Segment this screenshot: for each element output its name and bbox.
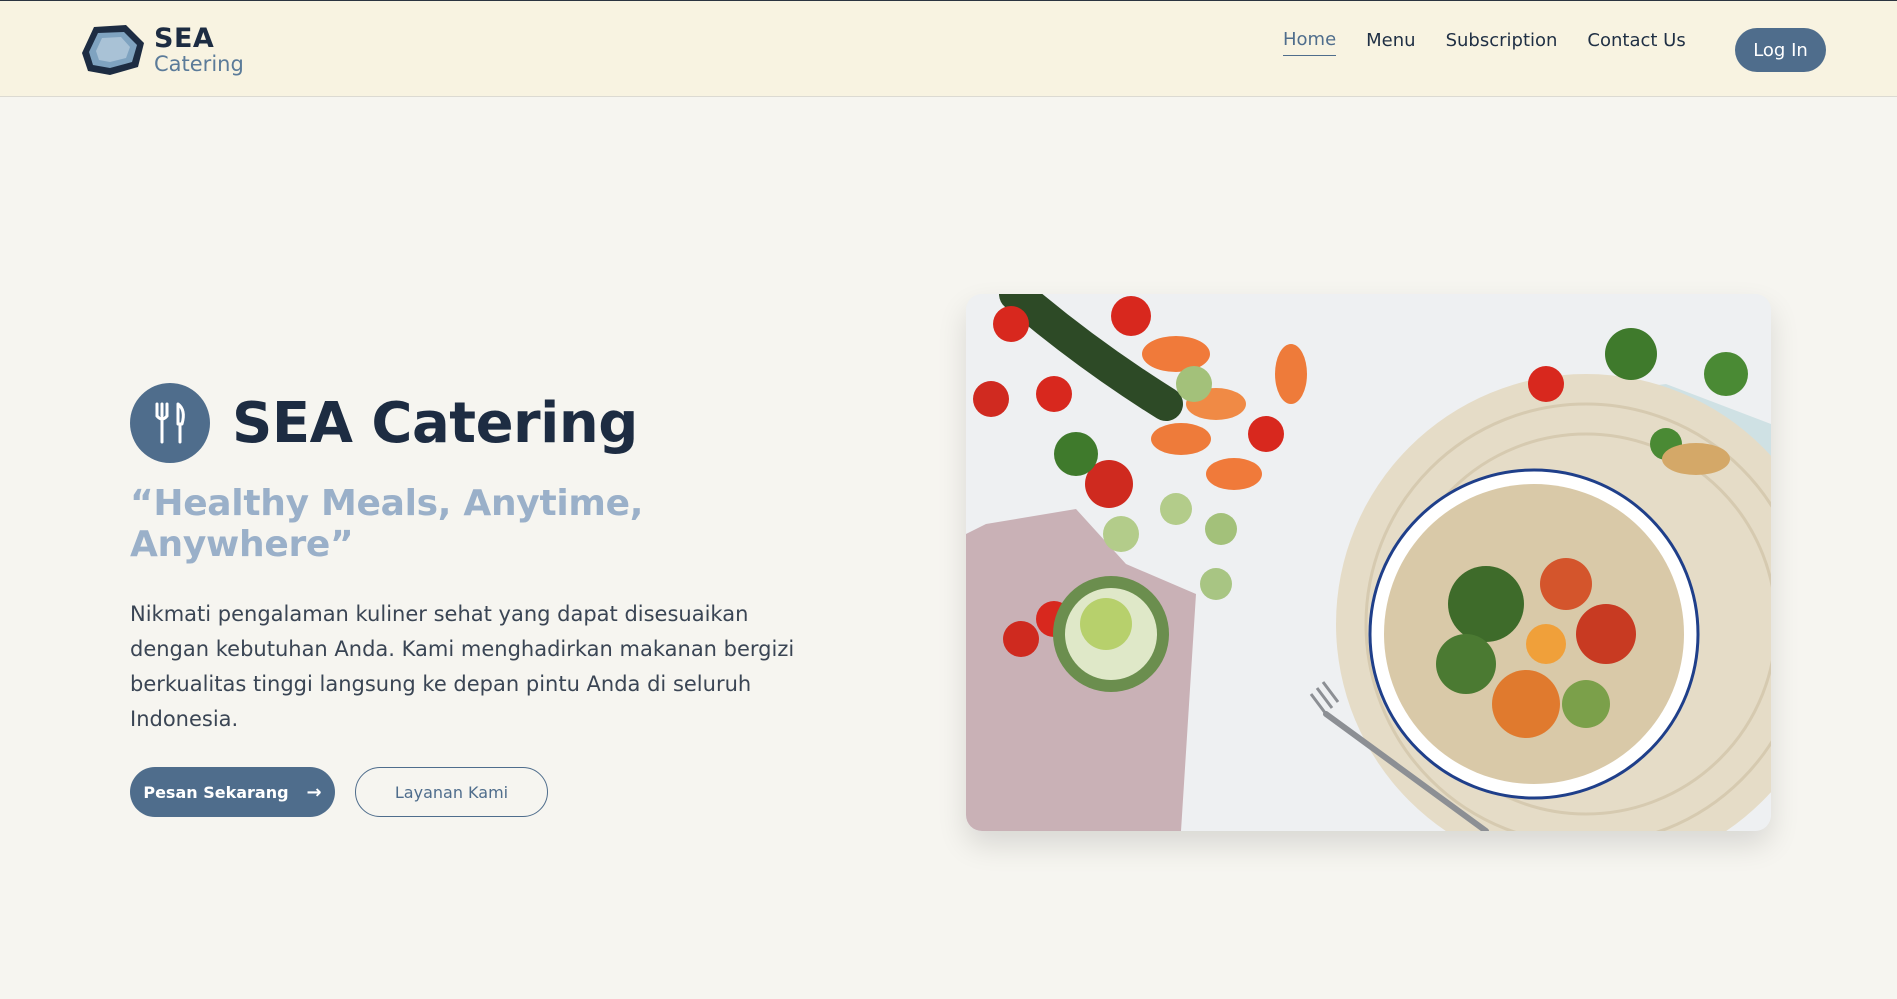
site-header: SEA Catering Home Menu Subscription Cont… [0, 1, 1897, 97]
arrow-right-icon: → [306, 781, 322, 803]
hero-description: Nikmati pengalaman kuliner sehat yang da… [130, 602, 795, 731]
hero-tagline: “Healthy Meals, Anytime, Anywhere” [130, 483, 644, 565]
logo-mark-icon [82, 25, 144, 75]
food-bowl-illustration [966, 294, 1771, 831]
hero-title: SEA Catering [232, 390, 638, 456]
fork-knife-icon [130, 383, 210, 463]
main-nav: Home Menu Subscription Contact Us [1283, 29, 1716, 56]
order-now-label: Pesan Sekarang [143, 782, 289, 802]
login-button[interactable]: Log In [1735, 28, 1826, 72]
hero-section: SEA Catering “Healthy Meals, Anytime, An… [130, 383, 830, 817]
nav-subscription[interactable]: Subscription [1446, 30, 1558, 56]
order-now-button[interactable]: Pesan Sekarang → [130, 767, 335, 817]
our-services-button[interactable]: Layanan Kami [355, 767, 548, 817]
brand-logo[interactable]: SEA Catering [74, 21, 244, 79]
brand-subtitle: Catering [154, 52, 244, 76]
nav-home[interactable]: Home [1283, 29, 1337, 56]
nav-contact-us[interactable]: Contact Us [1587, 30, 1685, 56]
hero-food-image [966, 294, 1771, 831]
nav-menu[interactable]: Menu [1366, 30, 1415, 56]
brand-name: SEA [154, 23, 215, 54]
